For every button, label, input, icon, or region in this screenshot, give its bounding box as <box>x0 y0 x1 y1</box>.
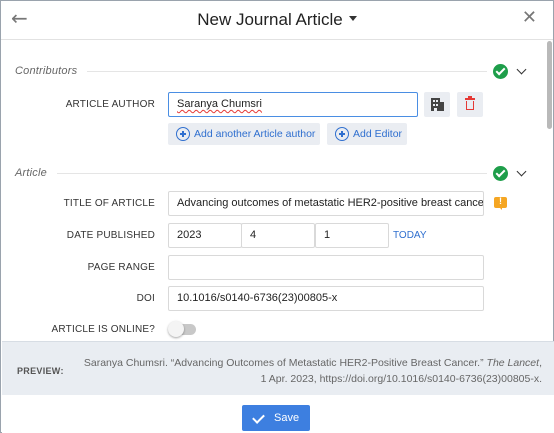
date-year-input[interactable]: 2023 <box>168 223 242 248</box>
dialog: ← New Journal Article ✕ Contributors ART… <box>0 0 554 433</box>
date-published-label: DATE PUBLISHED <box>66 230 155 241</box>
organization-button[interactable] <box>424 92 450 117</box>
preview-label: PREVIEW: <box>17 366 64 376</box>
close-icon[interactable]: ✕ <box>522 7 537 28</box>
header-divider <box>1 39 553 40</box>
article-online-label: ARTICLE IS ONLINE? <box>51 324 155 335</box>
page-range-label: PAGE RANGE <box>87 262 155 273</box>
note-warning-icon[interactable] <box>494 196 507 208</box>
title-of-article-label: TITLE OF ARTICLE <box>63 198 155 209</box>
preview-journal: The Lancet <box>486 357 540 369</box>
today-button[interactable]: TODAY <box>393 230 427 241</box>
add-editor-label: Add Editor <box>353 128 403 140</box>
title-of-article-input[interactable]: Advancing outcomes of metastatic HER2-po… <box>168 191 484 216</box>
article-author-label: ARTICLE AUTHOR <box>65 99 155 110</box>
add-author-button[interactable]: Add another Article author <box>168 123 320 145</box>
citation-preview: PREVIEW: Saranya Chumsri. “Advancing Out… <box>2 341 554 395</box>
page-title: New Journal Article <box>197 10 343 29</box>
date-day-input[interactable]: 1 <box>315 223 389 248</box>
page-range-input[interactable] <box>168 255 484 280</box>
chevron-down-icon[interactable] <box>516 166 527 177</box>
article-online-toggle[interactable] <box>168 321 196 337</box>
add-author-label: Add another Article author <box>194 128 316 140</box>
dialog-footer: Save <box>2 395 554 433</box>
scrollbar-thumb[interactable] <box>547 41 552 129</box>
plus-circle-icon <box>335 127 349 141</box>
check-circle-icon <box>493 64 508 79</box>
source-type-selector[interactable]: New Journal Article <box>1 10 553 30</box>
section-title-article: Article <box>15 167 47 179</box>
delete-author-button[interactable] <box>457 92 483 117</box>
preview-text: Saranya Chumsri. “Advancing Outcomes of … <box>83 357 542 385</box>
trash-icon <box>465 96 475 110</box>
checkmark-icon <box>252 411 265 424</box>
section-divider <box>87 71 487 72</box>
date-month-input[interactable]: 4 <box>241 223 315 248</box>
chevron-down-icon[interactable] <box>516 64 527 75</box>
section-title-contributors: Contributors <box>15 65 78 77</box>
article-author-input[interactable]: Saranya Chumsri <box>168 92 418 117</box>
caret-down-icon <box>348 16 357 22</box>
doi-label: DOI <box>136 293 155 304</box>
building-icon <box>431 98 444 111</box>
dialog-header: ← New Journal Article ✕ <box>1 1 553 39</box>
doi-input[interactable]: 10.1016/s0140-6736(23)00805-x <box>168 286 484 311</box>
save-label: Save <box>274 412 300 424</box>
add-editor-button[interactable]: Add Editor <box>327 123 407 145</box>
plus-circle-icon <box>176 127 190 141</box>
section-divider <box>57 173 487 174</box>
save-button[interactable]: Save <box>242 405 310 431</box>
check-circle-icon <box>493 166 508 181</box>
